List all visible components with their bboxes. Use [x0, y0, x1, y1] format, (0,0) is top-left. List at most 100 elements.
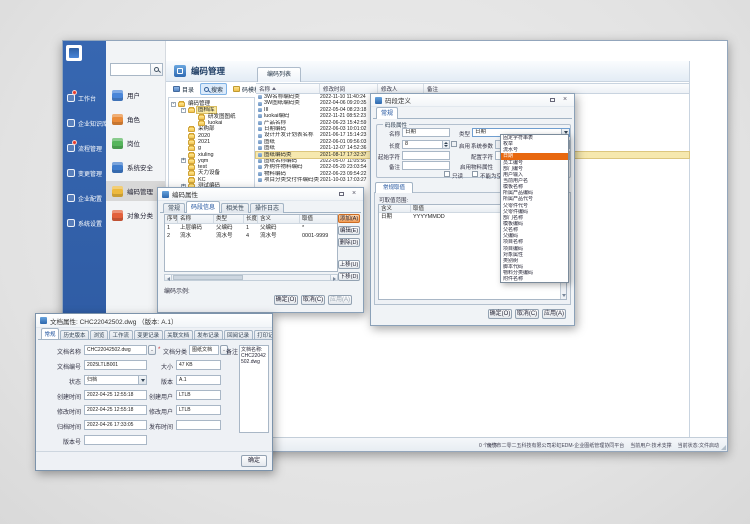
delete-button[interactable]: 删除(D): [338, 238, 360, 247]
上层编码[interactable]: 1 上层编码 父编码 1 父编码 *: [165, 224, 337, 232]
browse-button[interactable]: ..: [148, 345, 156, 355]
dialog-tab[interactable]: 操作日志: [250, 203, 284, 213]
edit-button[interactable]: 编辑(E): [338, 226, 360, 235]
horizontal-scrollbar[interactable]: [164, 274, 338, 281]
list-tab[interactable]: 编码列表: [257, 67, 301, 82]
sidebar-item[interactable]: 系统设置: [63, 212, 106, 234]
ok-button[interactable]: 确定(O): [488, 309, 512, 319]
search-input[interactable]: [110, 63, 151, 76]
ok-button[interactable]: 确定(O): [274, 295, 298, 305]
remark-box[interactable]: 文档名称: CHC22042502.dwg: [239, 345, 269, 433]
dialog-tab[interactable]: 工作流: [109, 330, 133, 340]
ok-button[interactable]: 确定: [241, 455, 267, 467]
doc-class-field[interactable]: 图纸文档: [189, 345, 219, 355]
dialog-tab[interactable]: 打印记录: [254, 330, 272, 340]
sidebar-item[interactable]: 企业知识库: [63, 112, 106, 134]
sidebar-item[interactable]: 企业配置: [63, 187, 106, 209]
column-header[interactable]: 长度: [244, 215, 258, 223]
panel-item[interactable]: 岗位: [106, 133, 165, 153]
desktop: 工作台 企业知识库 流程管理 变更管理 企业配置: [0, 0, 750, 524]
directory-icon: [173, 86, 180, 92]
流水[interactable]: 2 流水 流水号 4 流水号 0001-9999: [165, 232, 337, 240]
dialog-tab[interactable]: 关联文档: [164, 330, 193, 340]
stepper-arrows-icon[interactable]: [442, 141, 449, 148]
segment-length-stepper[interactable]: 8: [402, 140, 450, 149]
cancel-button[interactable]: 取消(C): [301, 295, 325, 305]
directory-button[interactable]: 目录: [169, 83, 198, 95]
maximize-button[interactable]: [547, 95, 557, 105]
dialog-tab[interactable]: 浏览: [90, 330, 108, 340]
cancel-button[interactable]: 取消(C): [515, 309, 539, 319]
code-template-icon: [233, 86, 240, 92]
dialog-tab[interactable]: 相关性: [221, 203, 249, 213]
process-icon: [67, 144, 75, 152]
panel-item[interactable]: 用户: [106, 85, 165, 105]
column-header[interactable]: 修改人: [378, 84, 424, 93]
tree-node-label: g: [197, 145, 202, 151]
dialog-tab[interactable]: 回阅记录: [224, 330, 253, 340]
close-button[interactable]: ×: [349, 189, 359, 199]
current-user: 当前用户:技术支撑: [630, 442, 671, 449]
version-no-field[interactable]: [84, 435, 147, 445]
role-icon: [112, 114, 123, 125]
dialog-tab[interactable]: 码段信息: [186, 201, 220, 213]
apply-button[interactable]: 应用(A): [542, 309, 566, 319]
expand-toggle-icon[interactable]: -: [171, 102, 176, 107]
sidebar-item[interactable]: 流程管理: [63, 137, 106, 159]
apply-button[interactable]: 应用(A): [328, 295, 352, 305]
table-header: 序号名称类型长度含义取值: [165, 215, 337, 224]
column-header[interactable]: 含义: [379, 205, 411, 212]
dialog-tab[interactable]: 常规: [41, 328, 59, 340]
dialog-tab[interactable]: 发布记录: [194, 330, 223, 340]
scroll-left-icon[interactable]: [165, 275, 172, 280]
panel-item[interactable]: 角色: [106, 109, 165, 129]
panel-item[interactable]: 系统安全: [106, 157, 165, 177]
column-header[interactable]: 序号: [165, 215, 178, 223]
sidebar-item[interactable]: 变更管理: [63, 162, 106, 184]
maximize-button[interactable]: [336, 189, 346, 199]
dialog-icon: [40, 317, 47, 324]
segment-actions: 添加(A) 编辑(E) 删除(D) 上移(U) 下移(D): [338, 214, 360, 281]
column-header[interactable]: 含义: [258, 215, 300, 223]
dropdown-item[interactable]: 附件名称: [501, 276, 568, 282]
add-button[interactable]: 添加(A): [338, 214, 360, 223]
search-icon: [204, 87, 209, 92]
start-char-field[interactable]: [402, 151, 450, 160]
column-header[interactable]: 取值: [300, 215, 337, 223]
current-state: 当前状态:文件启动: [678, 442, 719, 449]
move-down-button[interactable]: 下移(D): [338, 272, 360, 281]
type-dropdown-list: 固定字符串表枚举流水号日期员工编号部门编号用户输入当前用户名模板名称所属产品编码…: [500, 134, 569, 283]
dialog-tab[interactable]: 常规: [163, 203, 185, 213]
column-header[interactable]: 类型: [214, 215, 244, 223]
range-label: 可取值范围:: [379, 196, 408, 204]
move-up-button[interactable]: 上移(U): [338, 260, 360, 269]
expand-toggle-icon[interactable]: +: [181, 158, 186, 163]
scrollbar-thumb[interactable]: [173, 275, 243, 280]
resize-grip-icon[interactable]: [721, 445, 726, 450]
system-settings-icon: [67, 219, 75, 227]
expand-toggle-icon[interactable]: -: [181, 108, 186, 113]
sidebar-item[interactable]: 工作台: [63, 87, 106, 109]
doc-name-field[interactable]: CHC22042502.dwg: [84, 345, 147, 355]
values-tab[interactable]: 常规取值: [375, 182, 413, 193]
scroll-right-icon[interactable]: [330, 275, 337, 280]
column-header[interactable]: 修改时间: [320, 84, 378, 93]
search-button[interactable]: [151, 63, 163, 76]
enable-checkbox[interactable]: [451, 141, 457, 147]
not-empty-checkbox[interactable]: [472, 171, 478, 177]
segment-name-field[interactable]: 日期: [402, 128, 450, 137]
column-header[interactable]: 备注: [424, 84, 689, 93]
readonly-checkbox[interactable]: [444, 171, 450, 177]
panel-item-label: 岗位: [127, 138, 140, 148]
dialog-tab[interactable]: 常规: [376, 107, 398, 119]
column-header[interactable]: 名称: [256, 84, 320, 93]
sort-ascending-icon: [272, 87, 276, 90]
tree-toolbar: 目录 搜索 码模板: [169, 83, 264, 95]
code-item-icon: [258, 114, 262, 118]
sidebar-item-label: 系统设置: [78, 219, 102, 228]
dialog-tab[interactable]: 变更记录: [134, 330, 163, 340]
column-header[interactable]: 名称: [178, 215, 214, 223]
dialog-tab[interactable]: 历史版本: [60, 330, 89, 340]
close-button[interactable]: ×: [560, 95, 570, 105]
search-button[interactable]: 搜索: [200, 83, 227, 95]
